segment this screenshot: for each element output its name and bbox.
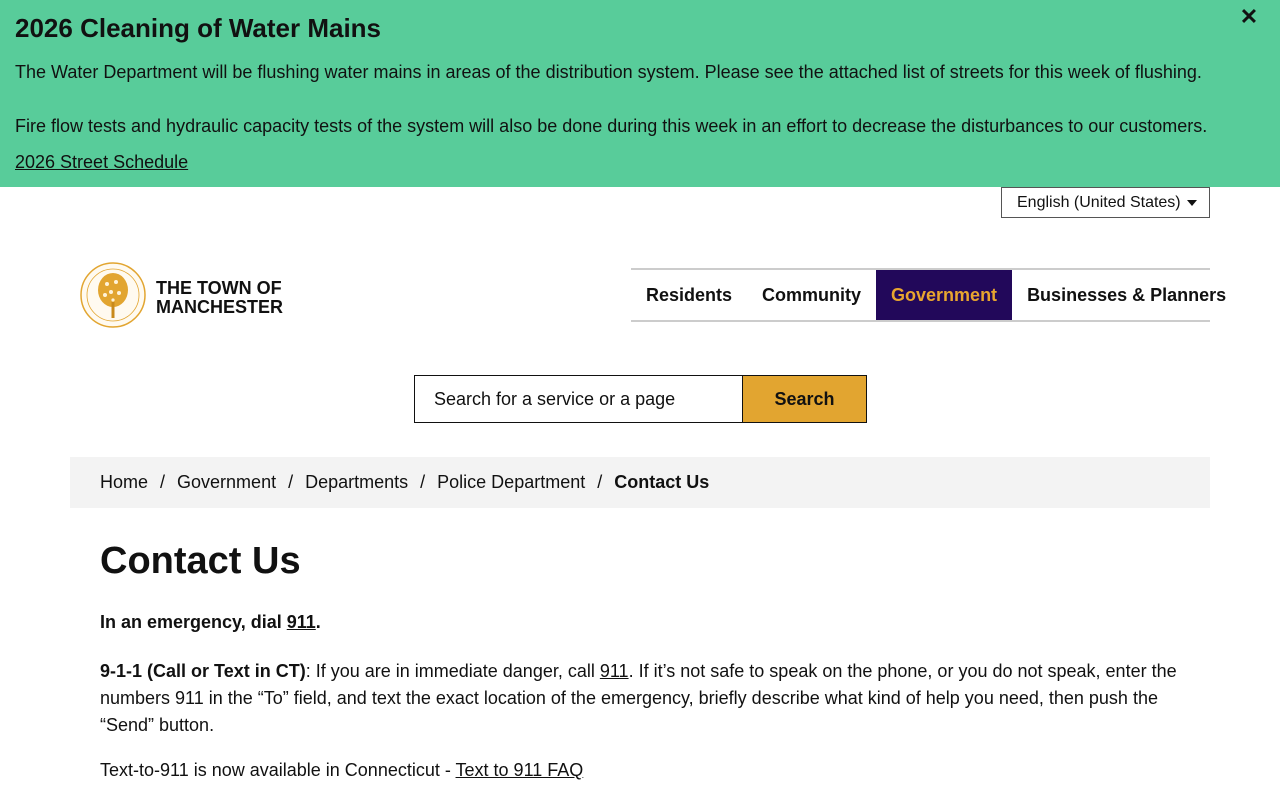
- breadcrumb-separator: /: [420, 472, 426, 492]
- breadcrumb-separator: /: [597, 472, 603, 492]
- alert-paragraph-2: Fire flow tests and hydraulic capacity t…: [15, 116, 1208, 136]
- language-selected-value: English (United States): [1017, 194, 1181, 211]
- text-to-911-prefix: Text-to-911 is now available in Connecti…: [100, 760, 456, 780]
- main-nav: Residents Community Government Businesse…: [631, 268, 1226, 322]
- logo-line-2: MANCHESTER: [156, 297, 284, 317]
- search-input[interactable]: [414, 375, 743, 423]
- emergency-911-link[interactable]: 911: [287, 612, 316, 632]
- text-to-911-paragraph: Text-to-911 is now available in Connecti…: [100, 760, 583, 781]
- close-icon[interactable]: ✕: [1238, 6, 1260, 28]
- search-button[interactable]: Search: [742, 375, 867, 423]
- page-title: Contact Us: [100, 540, 301, 582]
- logo-line-1: THE TOWN OF: [156, 278, 282, 298]
- nav-item-community[interactable]: Community: [747, 270, 876, 320]
- alert-title: 2026 Cleaning of Water Mains: [15, 13, 382, 43]
- language-select[interactable]: English (United States): [1001, 187, 1210, 218]
- alert-banner: 2026 Cleaning of Water Mains ✕ The Water…: [0, 0, 1280, 187]
- breadcrumb-contact-us: Contact Us: [614, 472, 710, 492]
- breadcrumb: Home / Government / Departments / Police…: [70, 457, 1210, 508]
- text-911-part-1: : If you are in immediate danger, call: [305, 661, 600, 681]
- text-to-911-faq-link[interactable]: Text to 911 FAQ: [456, 760, 584, 780]
- alert-paragraph-1: The Water Department will be flushing wa…: [15, 62, 1202, 82]
- nav-item-government[interactable]: Government: [876, 270, 1013, 320]
- emergency-suffix: .: [315, 612, 321, 632]
- nav-item-residents[interactable]: Residents: [631, 270, 747, 320]
- town-seal-tree-icon: [80, 262, 146, 328]
- text-911-paragraph: 9-1-1 (Call or Text in CT): If you are i…: [100, 658, 1180, 739]
- breadcrumb-departments[interactable]: Departments: [305, 472, 408, 493]
- call-911-link[interactable]: 911: [600, 661, 629, 681]
- emergency-prefix: In an emergency, dial: [100, 612, 287, 632]
- breadcrumb-separator: /: [160, 472, 166, 492]
- breadcrumb-separator: /: [288, 472, 294, 492]
- breadcrumb-police-department[interactable]: Police Department: [437, 472, 585, 493]
- breadcrumb-government[interactable]: Government: [177, 472, 276, 493]
- caret-down-icon: [1187, 200, 1197, 206]
- text-911-label: 9-1-1 (Call or Text in CT): [100, 661, 306, 681]
- nav-item-businesses-planners[interactable]: Businesses & Planners: [1012, 270, 1241, 320]
- town-logo[interactable]: THE TOWN OF MANCHESTER: [80, 262, 290, 330]
- breadcrumb-home[interactable]: Home: [100, 472, 148, 493]
- street-schedule-link[interactable]: 2026 Street Schedule: [15, 152, 188, 173]
- emergency-notice: In an emergency, dial 911.: [100, 612, 321, 633]
